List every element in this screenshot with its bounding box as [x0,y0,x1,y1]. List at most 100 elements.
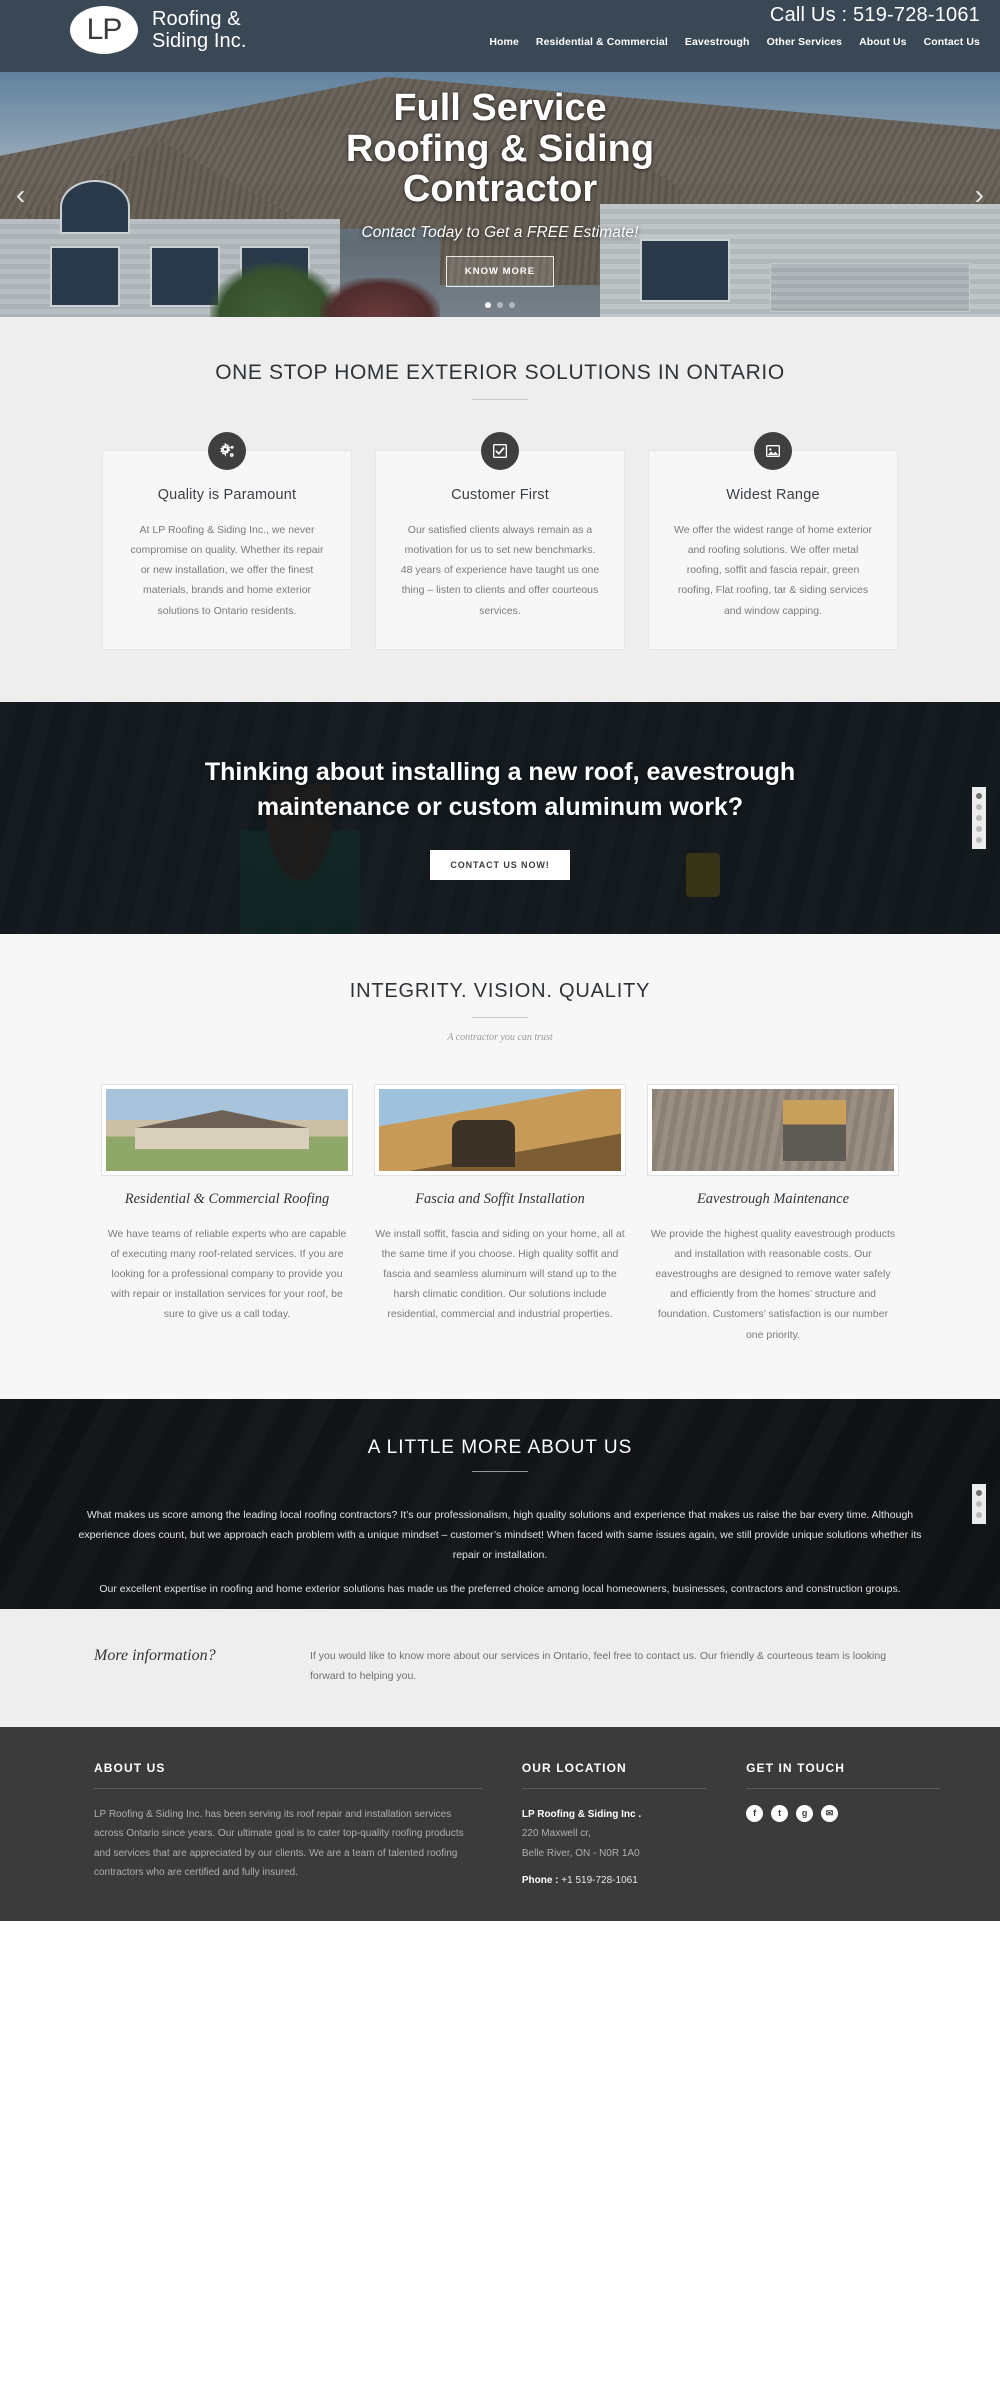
nav-item-residential-commercial[interactable]: Residential & Commercial [536,36,668,48]
hero-slider-dots [485,302,515,308]
brand-line-2: Siding Inc. [152,30,247,52]
feature-card-body: At LP Roofing & Siding Inc., we never co… [130,524,324,617]
footer-touch-divider [746,1787,940,1789]
feature-cards: Quality is Paramount At LP Roofing & Sid… [0,432,1000,650]
feature-card: Customer First Our satisfied clients alw… [375,432,625,650]
feature-card: Widest Range We offer the widest range o… [648,432,898,650]
worker-on-ladder-photo [648,1084,898,1175]
feature-card: Quality is Paramount At LP Roofing & Sid… [102,432,352,650]
footer-location-divider [521,1787,707,1789]
nav-item-about-us[interactable]: About Us [859,36,906,48]
footer-address-line-2: Belle River, ON - N0R 1A0 [521,1847,640,1859]
image-icon [754,432,792,470]
footer-phone-label: Phone : [521,1875,559,1887]
service-item-title: Fascia and Soffit Installation [415,1190,585,1207]
logo-mark: LP [70,6,138,54]
feature-card-title: Widest Range [726,487,820,503]
cta-dot-4[interactable] [976,825,982,832]
nav-item-home[interactable]: Home [489,36,519,48]
cta-dot-5[interactable] [976,836,982,843]
features-title: ONE STOP HOME EXTERIOR SOLUTIONS IN ONTA… [215,361,785,384]
cta-dot-1[interactable] [976,792,982,799]
services-title: INTEGRITY. VISION. QUALITY [349,979,651,1002]
features-divider [472,399,528,400]
gears-icon [208,432,246,470]
about-dot-3[interactable] [976,1511,982,1518]
hero-title-line-2: Roofing & Siding [345,127,655,170]
feature-card-body: We offer the widest range of home exteri… [673,524,873,617]
feature-card-title: Customer First [451,487,549,503]
footer-about-divider [94,1787,482,1789]
hero-title-line-3: Contractor [402,168,598,211]
main-nav: Home Residential & Commercial Eavestroug… [489,36,980,48]
cta-dot-2[interactable] [976,803,982,810]
footer-touch-column: GET IN TOUCH f t g ✉ [746,1761,940,1891]
service-item: Residential & Commercial Roofing We have… [102,1084,352,1345]
facebook-icon[interactable]: f [746,1804,764,1822]
more-info-section: More information? If you would like to k… [0,1608,1000,1727]
hero-slider: ‹ › Full Service Roofing & Siding Contra… [0,72,1000,317]
about-dot-2[interactable] [976,1500,982,1507]
services-subtitle: A contractor you can trust [447,1031,553,1043]
service-item-title: Eavestrough Maintenance [696,1190,850,1207]
more-info-heading: More information? [94,1646,216,1664]
features-section: ONE STOP HOME EXTERIOR SOLUTIONS IN ONTA… [0,317,1000,702]
footer-location-title: OUR LOCATION [521,1760,627,1775]
about-paragraph-1: What makes us score among the leading lo… [78,1508,922,1561]
about-section: A LITTLE MORE ABOUT US What makes us sco… [0,1398,1000,1609]
service-item: Fascia and Soffit Installation We instal… [375,1084,625,1345]
nav-item-contact-us[interactable]: Contact Us [924,36,980,48]
footer-touch-title: GET IN TOUCH [746,1760,846,1775]
brand-block[interactable]: LP Roofing & Siding Inc. [0,0,247,54]
footer-about-body: LP Roofing & Siding Inc. has been servin… [94,1808,464,1879]
more-info-heading-wrap: More information? [60,1647,270,1665]
hero-dot-2[interactable] [497,302,503,308]
site-footer: ABOUT US LP Roofing & Siding Inc. has be… [0,1726,1000,1921]
nav-item-eavestrough[interactable]: Eavestrough [685,36,750,48]
hero-subtitle: Contact Today to Get a FREE Estimate! [361,223,639,241]
site-header: LP Roofing & Siding Inc. Call Us : 519-7… [0,0,1000,72]
know-more-button[interactable]: KNOW MORE [445,255,555,287]
worker-installing-soffit-photo [375,1084,625,1175]
hero-title-line-1: Full Service [393,87,607,129]
cta-dot-3[interactable] [976,814,982,821]
about-slider-dots [972,1483,986,1524]
about-body: What makes us score among the leading lo… [65,1506,935,1600]
google-plus-icon[interactable]: g [796,1804,814,1822]
hero-prev-arrow[interactable]: ‹ [16,180,25,209]
about-dot-1[interactable] [976,1489,982,1496]
service-item-body: We install soffit, fascia and siding on … [375,1227,625,1321]
social-links: f t g ✉ [746,1804,940,1822]
service-item-body: We have teams of reliable experts who ar… [107,1227,347,1321]
cta-slider-dots [972,786,986,849]
page-root: LP Roofing & Siding Inc. Call Us : 519-7… [0,0,1000,1921]
call-us-text[interactable]: Call Us : 519-728-1061 [489,4,980,27]
services-divider [472,1016,528,1018]
footer-about-title: ABOUT US [94,1760,166,1775]
email-icon[interactable]: ✉ [821,1804,839,1822]
nav-item-other-services[interactable]: Other Services [767,36,843,48]
footer-company-name: LP Roofing & Siding Inc . [521,1808,642,1820]
service-item: Eavestrough Maintenance We provide the h… [648,1084,898,1345]
about-title: A LITTLE MORE ABOUT US [367,1436,633,1458]
footer-location-column: OUR LOCATION LP Roofing & Siding Inc . 2… [521,1760,707,1891]
footer-phone-value[interactable]: +1 519-728-1061 [561,1875,637,1886]
feature-card-title: Quality is Paramount [157,487,297,503]
services-section: INTEGRITY. VISION. QUALITY A contractor … [0,933,1000,1399]
contact-us-now-button[interactable]: CONTACT US NOW! [430,850,570,881]
footer-about-column: ABOUT US LP Roofing & Siding Inc. has be… [94,1761,482,1891]
about-divider [472,1470,528,1472]
twitter-icon[interactable]: t [771,1804,789,1822]
feature-card-body: Our satisfied clients always remain as a… [400,524,600,617]
hero-dot-3[interactable] [509,302,515,308]
service-item-title: Residential & Commercial Roofing [124,1190,330,1207]
checkbox-icon [481,432,519,470]
about-paragraph-2: Our excellent expertise in roofing and h… [99,1582,901,1595]
more-info-body: If you would like to know more about our… [310,1649,887,1682]
service-item-body: We provide the highest quality eavestrou… [650,1227,896,1341]
hero-next-arrow[interactable]: › [975,180,984,209]
footer-address-line-1: 220 Maxwell cr, [521,1828,591,1840]
cta-banner: Thinking about installing a new roof, ea… [0,701,1000,934]
service-items: Residential & Commercial Roofing We have… [0,1084,1000,1345]
hero-dot-1[interactable] [485,302,491,308]
